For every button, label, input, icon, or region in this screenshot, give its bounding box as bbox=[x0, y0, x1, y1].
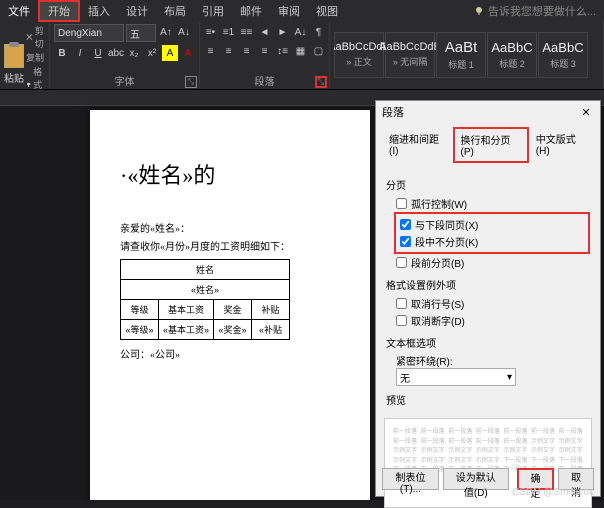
tab-chinese[interactable]: 中文版式(H) bbox=[529, 127, 594, 163]
ribbon: 粘贴 剪切 复制 格式刷 剪贴板⤡ A↑ A↓ B I U abc x₂ bbox=[0, 22, 604, 90]
font-launcher[interactable]: ⤡ bbox=[185, 76, 197, 88]
numbering-button[interactable]: ≡1 bbox=[221, 24, 237, 40]
style-h1[interactable]: AaBt标题 1 bbox=[436, 32, 486, 78]
style-normal[interactable]: AaBbCcDdE» 正文 bbox=[334, 32, 384, 78]
line-spacing-button[interactable]: ↕≡ bbox=[275, 43, 291, 59]
bold-button[interactable]: B bbox=[54, 45, 70, 61]
style-gallery[interactable]: AaBbCcDdE» 正文 AaBbCcDdE» 无间隔 AaBt标题 1 Aa… bbox=[334, 32, 588, 80]
grow-font-button[interactable]: A↑ bbox=[158, 24, 174, 40]
font-name-select[interactable] bbox=[54, 24, 124, 42]
paragraph-launcher[interactable]: ⤡ bbox=[315, 76, 327, 88]
shrink-font-button[interactable]: A↓ bbox=[176, 24, 192, 40]
style-h2[interactable]: AaBbC标题 2 bbox=[487, 32, 537, 78]
doc-line3: 公司：«公司» bbox=[120, 346, 340, 361]
cut-button[interactable]: 剪切 bbox=[26, 24, 47, 50]
doc-table: 姓名 «姓名» 等级基本工资奖金补贴 «等级»«基本工资»«奖金»«补贴 bbox=[120, 259, 290, 340]
tell-me-search[interactable]: 告诉我您想要做什么... bbox=[474, 3, 604, 19]
menu-bar: 文件 开始 插入 设计 布局 引用 邮件 审阅 视图 告诉我您想要做什么... bbox=[0, 0, 604, 22]
tab-breaks[interactable]: 换行和分页(P) bbox=[453, 127, 529, 163]
align-center-button[interactable]: ≡ bbox=[221, 43, 237, 59]
doc-line1: 亲爱的«姓名»： bbox=[120, 220, 340, 235]
decrease-indent-button[interactable]: ◄ bbox=[257, 24, 273, 40]
multilevel-button[interactable]: ≡≡ bbox=[239, 24, 255, 40]
font-size-select[interactable] bbox=[126, 24, 156, 42]
paragraph-dialog: 段落 ✕ 缩进和间距(I) 换行和分页(P) 中文版式(H) 分页 孤行控制(W… bbox=[375, 100, 601, 497]
pagination-label: 分页 bbox=[386, 177, 590, 192]
tabs-button[interactable]: 制表位(T)... bbox=[382, 468, 439, 490]
paste-icon bbox=[4, 44, 24, 68]
style-nospace[interactable]: AaBbCcDdE» 无间隔 bbox=[385, 32, 435, 78]
highlighted-options: 与下段同页(X) 段中不分页(K) bbox=[394, 212, 590, 254]
document-page[interactable]: ·«姓名»的 亲爱的«姓名»： 请查收你«月份»月度的工资明细如下： 姓名 «姓… bbox=[90, 110, 370, 500]
dialog-close-button[interactable]: ✕ bbox=[578, 104, 594, 120]
menu-design[interactable]: 设计 bbox=[118, 0, 156, 22]
menu-references[interactable]: 引用 bbox=[194, 0, 232, 22]
keep-together-check[interactable]: 段中不分页(K) bbox=[398, 233, 586, 250]
font-color-button[interactable]: A bbox=[180, 45, 196, 61]
keep-with-next-check[interactable]: 与下段同页(X) bbox=[398, 216, 586, 233]
doc-line2: 请查收你«月份»月度的工资明细如下： bbox=[120, 238, 340, 253]
paragraph-label: 段落⤡ bbox=[200, 73, 329, 89]
show-marks-button[interactable]: ¶ bbox=[311, 24, 327, 40]
copy-button[interactable]: 复制 bbox=[26, 51, 47, 64]
suppress-line-numbers-check[interactable]: 取消行号(S) bbox=[386, 295, 590, 312]
menu-layout[interactable]: 布局 bbox=[156, 0, 194, 22]
widow-control-check[interactable]: 孤行控制(W) bbox=[386, 195, 590, 212]
no-hyphenation-check[interactable]: 取消断字(D) bbox=[386, 312, 590, 329]
style-h3[interactable]: AaBbC标题 3 bbox=[538, 32, 588, 78]
sort-button[interactable]: A↓ bbox=[293, 24, 309, 40]
preview-label: 预览 bbox=[386, 392, 590, 407]
superscript-button[interactable]: x² bbox=[144, 45, 160, 61]
menu-home[interactable]: 开始 bbox=[38, 0, 80, 22]
dialog-body: 分页 孤行控制(W) 与下段同页(X) 段中不分页(K) 段前分页(B) 格式设… bbox=[376, 167, 600, 414]
menu-file[interactable]: 文件 bbox=[0, 0, 38, 22]
shading-button[interactable]: ▦ bbox=[293, 43, 309, 59]
tab-indent[interactable]: 缩进和间距(I) bbox=[382, 127, 453, 163]
increase-indent-button[interactable]: ► bbox=[275, 24, 291, 40]
dialog-titlebar: 段落 ✕ bbox=[376, 101, 600, 123]
font-label: 字体⤡ bbox=[50, 73, 199, 89]
menu-review[interactable]: 审阅 bbox=[270, 0, 308, 22]
page-break-before-check[interactable]: 段前分页(B) bbox=[386, 254, 590, 271]
tight-wrap-label: 紧密环绕(R): bbox=[386, 353, 590, 368]
watermark: CSDN @Smilecoc bbox=[512, 487, 594, 498]
strike-button[interactable]: abc bbox=[108, 45, 124, 61]
menu-mailings[interactable]: 邮件 bbox=[232, 0, 270, 22]
chevron-down-icon: ▾ bbox=[507, 372, 512, 383]
italic-button[interactable]: I bbox=[72, 45, 88, 61]
underline-button[interactable]: U bbox=[90, 45, 106, 61]
borders-button[interactable]: ▢ bbox=[311, 43, 327, 59]
ribbon-font: A↑ A↓ B I U abc x₂ x² A A 字体⤡ bbox=[50, 22, 200, 89]
align-right-button[interactable]: ≡ bbox=[239, 43, 255, 59]
ribbon-paragraph: ≡• ≡1 ≡≡ ◄ ► A↓ ¶ ≡ ≡ ≡ ≡ ↕≡ ▦ ▢ 段落⤡ bbox=[200, 22, 330, 89]
paste-button[interactable]: 粘贴 bbox=[4, 44, 24, 85]
ribbon-clipboard: 粘贴 剪切 复制 格式刷 剪贴板⤡ bbox=[0, 22, 50, 89]
justify-button[interactable]: ≡ bbox=[257, 43, 273, 59]
bulb-icon bbox=[474, 6, 484, 16]
tight-wrap-select[interactable]: 无 ▾ bbox=[396, 368, 516, 386]
doc-title: ·«姓名»的 bbox=[120, 158, 340, 190]
dialog-tabs: 缩进和间距(I) 换行和分页(P) 中文版式(H) bbox=[376, 123, 600, 167]
align-left-button[interactable]: ≡ bbox=[203, 43, 219, 59]
menu-view[interactable]: 视图 bbox=[308, 0, 346, 22]
subscript-button[interactable]: x₂ bbox=[126, 45, 142, 61]
highlight-button[interactable]: A bbox=[162, 45, 178, 61]
menu-insert[interactable]: 插入 bbox=[80, 0, 118, 22]
bullets-button[interactable]: ≡• bbox=[203, 24, 219, 40]
textbox-options-label: 文本框选项 bbox=[386, 335, 590, 350]
ribbon-styles: AaBbCcDdE» 正文 AaBbCcDdE» 无间隔 AaBt标题 1 Aa… bbox=[330, 22, 604, 89]
set-default-button[interactable]: 设为默认值(D) bbox=[443, 468, 509, 490]
dialog-title: 段落 bbox=[382, 104, 404, 120]
format-exceptions-label: 格式设置例外项 bbox=[386, 277, 590, 292]
